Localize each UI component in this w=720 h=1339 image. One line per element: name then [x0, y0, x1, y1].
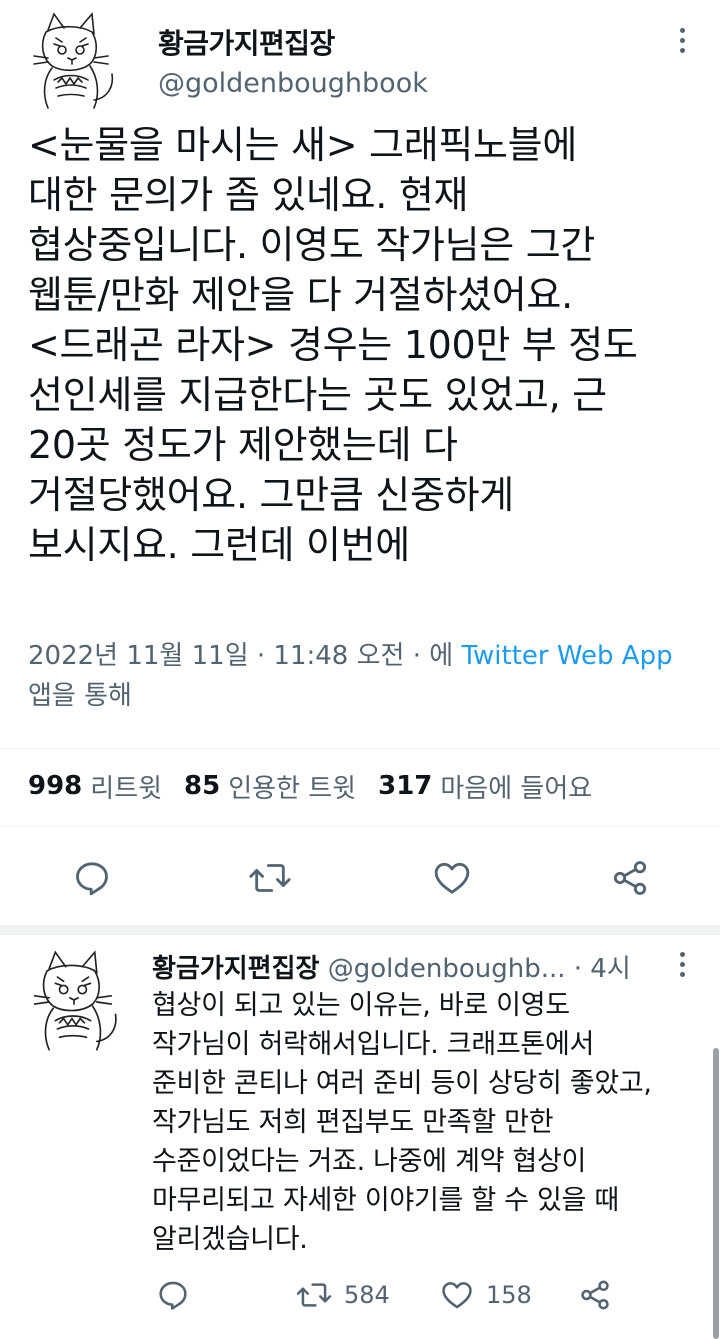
retweet-icon — [249, 864, 291, 892]
share-button[interactable] — [610, 858, 650, 898]
tweet-actions — [0, 848, 720, 912]
quotes-label: 인용한 트윗 — [228, 773, 357, 804]
retweet-button[interactable] — [248, 858, 292, 898]
tweet-text-line: 웹툰/만화 제안을 다 거절하셨어요. — [28, 273, 573, 317]
author-name[interactable]: 황금가지편집장 — [152, 954, 319, 984]
more-options-icon[interactable] — [672, 944, 692, 984]
like-button[interactable]: 158 — [440, 1278, 532, 1312]
author-name[interactable]: 황금가지편집장 — [158, 22, 335, 62]
like-button[interactable] — [432, 858, 472, 898]
share-icon — [613, 861, 647, 895]
source-link[interactable]: Twitter Web App — [461, 641, 672, 671]
tweet-meta: 2022년 11월 11일 · 11:48 오전 · 에 Twitter Web… — [28, 636, 708, 716]
retweet-icon — [296, 1283, 332, 1307]
tweet-text-line: 알리겠습니다. — [152, 1224, 308, 1255]
tweet-text-line: 수준이었다는 거죠. 나중에 계약 협상이 — [152, 1146, 587, 1177]
tweet-text-line: 작가님도 저희 편집부도 만족할 만한 — [152, 1107, 554, 1138]
tweet-text-line: 보시지요. 그런데 이번에 — [28, 523, 410, 567]
avatar[interactable] — [18, 8, 126, 116]
retweets-stat[interactable]: 998 리트윗 — [28, 768, 162, 805]
timestamp[interactable]: 2022년 11월 11일 · 11:48 오전 · 에 — [28, 641, 461, 671]
retweets-label: 리트윗 — [90, 773, 163, 804]
tweet-text-line: 협상중입니다. 이영도 작가님은 그간 — [28, 223, 596, 267]
like-count: 158 — [486, 1281, 532, 1309]
cat-sketch-avatar-icon — [33, 950, 117, 1051]
tweet-text: <눈물을 마시는 새> 그래픽노블에 대한 문의가 좀 있네요. 현재 협상중입… — [28, 120, 708, 570]
divider — [0, 748, 720, 749]
retweets-count: 998 — [28, 771, 83, 801]
author-handle[interactable]: @goldenboughbook — [158, 68, 428, 99]
quotes-count: 85 — [184, 771, 221, 801]
tweet-text-line: 준비한 콘티나 여러 준비 등이 상당히 좋았고, — [152, 1068, 652, 1099]
reply-icon — [76, 862, 108, 896]
timestamp[interactable]: · 4시 — [574, 954, 631, 984]
tweet-actions: 584 158 — [0, 1276, 720, 1316]
tweet-text-line: <드래곤 라자> 경우는 100만 부 정도 — [28, 323, 638, 367]
source-suffix: 앱을 통해 — [28, 681, 132, 711]
tweet-text-line: 마무리되고 자세한 이야기를 할 수 있을 때 — [152, 1185, 619, 1216]
quotes-stat[interactable]: 85 인용한 트윗 — [184, 768, 356, 805]
tweet-text: 협상이 되고 있는 이유는, 바로 이영도 작가님이 허락해서입니다. 크래프톤… — [152, 986, 712, 1259]
tweet-text-line: 작가님이 허락해서입니다. 크래프톤에서 — [152, 1029, 595, 1060]
retweet-button[interactable]: 584 — [296, 1278, 390, 1312]
author-handle[interactable]: @goldenboughb... — [328, 954, 566, 984]
divider — [0, 826, 720, 827]
likes-label: 마음에 들어요 — [440, 773, 593, 804]
scrollbar[interactable] — [713, 1048, 719, 1339]
tweet-text-line: 거절당했어요. 그만큼 신중하게 — [28, 473, 514, 517]
engagement-stats: 998 리트윗 85 인용한 트윗 317 마음에 들어요 — [28, 766, 614, 806]
share-icon — [581, 1280, 609, 1310]
like-icon — [442, 1282, 472, 1309]
tweet-text-line: 협상이 되고 있는 이유는, 바로 이영도 — [152, 990, 570, 1021]
retweet-count: 584 — [344, 1281, 390, 1309]
share-button[interactable] — [578, 1278, 612, 1312]
cat-sketch-avatar-icon — [33, 12, 114, 109]
avatar[interactable] — [18, 946, 130, 1058]
main-tweet: 황금가지편집장 @goldenboughbook <눈물을 마시는 새> 그래픽… — [0, 0, 720, 925]
like-icon — [434, 862, 470, 894]
section-separator — [0, 925, 720, 935]
reply-icon — [159, 1281, 187, 1310]
likes-count: 317 — [378, 771, 433, 801]
more-options-icon[interactable] — [672, 20, 692, 60]
likes-stat[interactable]: 317 마음에 들어요 — [378, 768, 592, 805]
tweet-text-line: <눈물을 마시는 새> 그래픽노블에 — [28, 123, 577, 167]
tweet-text-line: 대한 문의가 좀 있네요. 현재 — [28, 173, 469, 217]
reply-button[interactable] — [156, 1278, 190, 1312]
reply-button[interactable] — [72, 858, 112, 898]
reply-header: 황금가지편집장 @goldenboughb... · 4시 — [152, 948, 672, 985]
tweet-text-line: 20곳 정도가 제안했는데 다 — [28, 423, 458, 467]
tweet-text-line: 선인세를 지급한다는 곳도 있었고, 근 — [28, 373, 607, 417]
